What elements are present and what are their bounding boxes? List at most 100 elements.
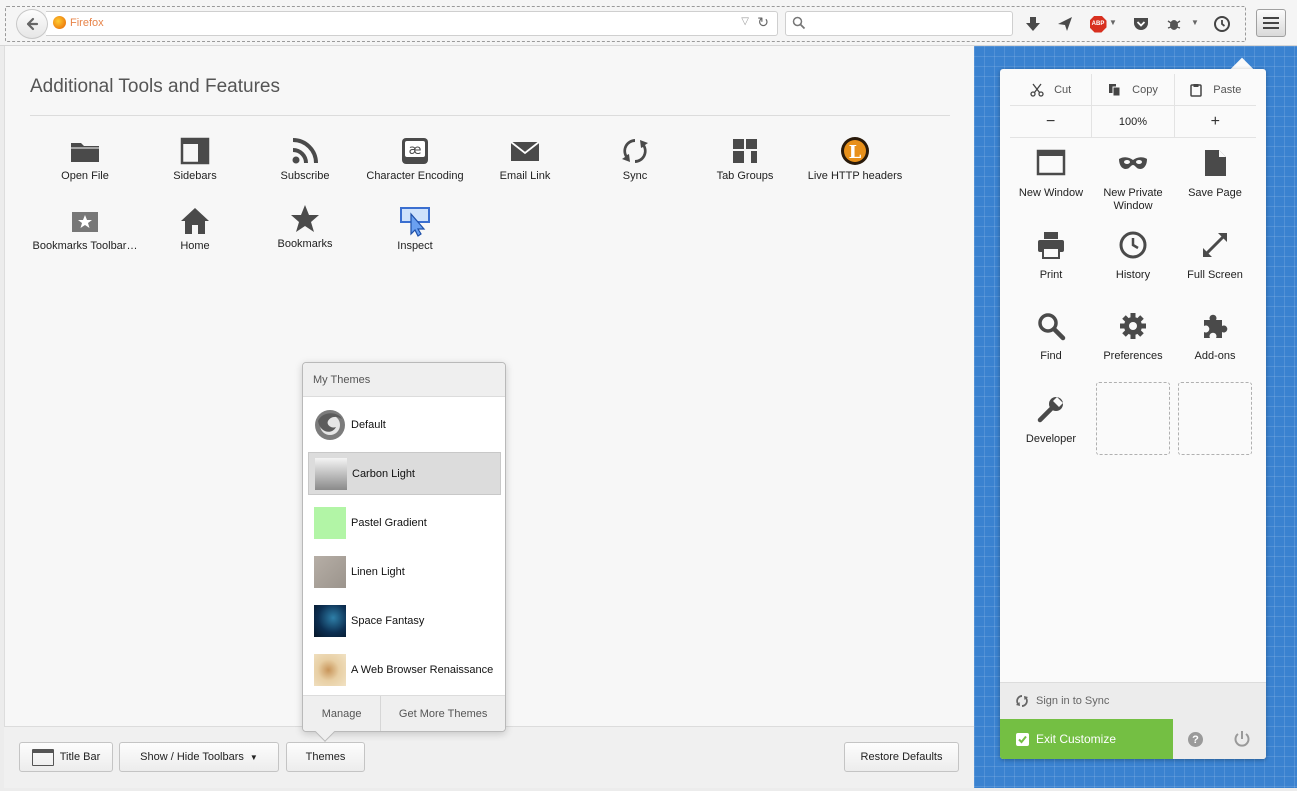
edit-controls: Cut Copy Paste — [1010, 74, 1256, 106]
panel-item-label: Find — [1040, 350, 1062, 362]
copy-icon — [1109, 83, 1121, 96]
panel-item-new-window[interactable]: New Window — [1010, 145, 1092, 200]
panel-footer-tools: ? — [1173, 719, 1266, 759]
history-dropdown-icon[interactable]: ▽ — [741, 16, 749, 27]
magnifier-icon — [1038, 313, 1066, 341]
title-bar-icon — [31, 748, 54, 766]
title-bar-button[interactable]: Title Bar — [19, 742, 113, 772]
theme-item-default[interactable]: Default — [308, 403, 501, 446]
sign-in-to-sync[interactable]: Sign in to Sync — [1000, 682, 1266, 719]
theme-item-linen-light[interactable]: Linen Light — [308, 550, 501, 593]
adblock-button[interactable]: ABP — [1087, 13, 1109, 35]
palette-divider — [30, 115, 950, 116]
pocket-button[interactable] — [1130, 13, 1152, 35]
downloads-button[interactable] — [1022, 13, 1044, 35]
search-input[interactable] — [785, 11, 1013, 36]
themes-button[interactable]: Themes — [286, 742, 365, 772]
get-more-themes-button[interactable]: Get More Themes — [380, 696, 505, 731]
pocket-icon — [1134, 18, 1148, 30]
palette-item-character-encoding[interactable]: æ Character Encoding — [360, 134, 470, 182]
panel-item-label: Developer — [1025, 433, 1077, 445]
theme-item-renaissance[interactable]: A Web Browser Renaissance — [308, 648, 501, 691]
tab-groups-icon — [733, 139, 757, 163]
theme-label: A Web Browser Renaissance — [351, 663, 494, 676]
paste-label: Paste — [1213, 83, 1242, 96]
theme-item-pastel-gradient[interactable]: Pastel Gradient — [308, 501, 501, 544]
url-bar[interactable]: Firefox ▽ ↻ — [46, 11, 778, 36]
palette-item-label: Inspect — [397, 240, 433, 252]
palette-item-label: Live HTTP headers — [807, 170, 903, 182]
sidebar-icon — [180, 137, 210, 165]
theme-item-carbon-light[interactable]: Carbon Light — [308, 452, 501, 495]
theme-item-space-fantasy[interactable]: Space Fantasy — [308, 599, 501, 642]
paste-button[interactable]: Paste — [1173, 74, 1256, 105]
save-page-icon — [1205, 150, 1226, 176]
cut-label: Cut — [1054, 83, 1072, 96]
back-button[interactable] — [16, 9, 48, 39]
zoom-controls: − 100% + — [1010, 106, 1256, 138]
panel-item-developer[interactable]: Developer — [1010, 391, 1092, 446]
wrench-icon — [1037, 397, 1063, 423]
gear-icon — [1120, 313, 1146, 339]
manage-themes-button[interactable]: Manage — [303, 696, 380, 731]
panel-item-label: New Private Window — [1103, 187, 1163, 212]
empty-panel-slot[interactable] — [1096, 382, 1170, 455]
palette-item-email-link[interactable]: Email Link — [470, 134, 580, 182]
menu-button[interactable] — [1256, 9, 1286, 37]
reload-icon[interactable]: ↻ — [757, 14, 769, 31]
scissors-icon — [1030, 83, 1044, 97]
checkmark-icon — [1016, 732, 1029, 746]
panel-item-new-private-window[interactable]: New Private Window — [1092, 145, 1174, 213]
zoom-out-button[interactable]: − — [1010, 106, 1091, 137]
palette-item-home[interactable]: Home — [140, 204, 250, 252]
themes-popup-header: My Themes — [303, 363, 505, 397]
panel-item-label: Preferences — [1103, 350, 1163, 362]
adblock-dropdown-icon[interactable]: ▼ — [1109, 18, 1117, 27]
restore-defaults-button[interactable]: Restore Defaults — [844, 742, 959, 772]
palette-item-bookmarks[interactable]: Bookmarks — [250, 202, 360, 250]
navigation-toolbar: Firefox ▽ ↻ ABP ▼ ▼ — [0, 0, 1297, 46]
panel-item-label: Print — [1039, 269, 1063, 281]
share-button[interactable] — [1054, 13, 1076, 35]
panel-item-history[interactable]: History — [1092, 227, 1174, 282]
palette-item-bookmarks-toolbar[interactable]: Bookmarks Toolbar… — [30, 204, 140, 252]
renaissance-thumbnail — [314, 653, 346, 686]
extension-button[interactable] — [1163, 13, 1185, 35]
history-button[interactable] — [1211, 13, 1233, 35]
show-hide-toolbars-button[interactable]: Show / Hide Toolbars ▼ — [119, 742, 279, 772]
panel-item-save-page[interactable]: Save Page — [1174, 145, 1256, 200]
theme-label: Default — [351, 418, 386, 431]
palette-item-label: Bookmarks — [277, 238, 333, 250]
power-icon[interactable] — [1233, 730, 1251, 748]
palette-item-subscribe[interactable]: Subscribe — [250, 134, 360, 182]
hamburger-icon — [1263, 17, 1279, 19]
palette-item-tab-groups[interactable]: Tab Groups — [690, 134, 800, 182]
identity-box[interactable]: Firefox — [53, 16, 104, 29]
palette-item-live-http-headers[interactable]: L Live HTTP headers — [800, 134, 910, 182]
clipboard-icon — [1190, 83, 1202, 97]
copy-button[interactable]: Copy — [1091, 74, 1173, 105]
palette-item-sidebars[interactable]: Sidebars — [140, 134, 250, 182]
panel-item-print[interactable]: Print — [1010, 227, 1092, 282]
search-icon — [792, 16, 806, 30]
clock-icon — [1119, 231, 1147, 259]
panel-item-find[interactable]: Find — [1010, 308, 1092, 363]
panel-item-full-screen[interactable]: Full Screen — [1174, 227, 1256, 282]
palette-title: Additional Tools and Features — [30, 76, 280, 97]
exit-customize-button[interactable]: Exit Customize — [1000, 719, 1173, 759]
extension-dropdown-icon[interactable]: ▼ — [1191, 18, 1199, 27]
zoom-reset-button[interactable]: 100% — [1091, 106, 1173, 137]
palette-item-sync[interactable]: Sync — [580, 134, 690, 182]
palette-item-open-file[interactable]: Open File — [30, 134, 140, 182]
star-icon — [291, 205, 319, 232]
help-icon[interactable]: ? — [1188, 732, 1203, 747]
cut-button[interactable]: Cut — [1010, 74, 1091, 105]
default-theme-icon — [315, 409, 345, 440]
panel-item-add-ons[interactable]: Add-ons — [1174, 308, 1256, 363]
live-http-headers-icon: L — [841, 137, 869, 165]
palette-item-inspect[interactable]: Inspect — [360, 204, 470, 252]
zoom-in-button[interactable]: + — [1173, 106, 1256, 137]
rss-icon — [292, 138, 318, 164]
panel-item-preferences[interactable]: Preferences — [1092, 308, 1174, 363]
empty-panel-slot[interactable] — [1178, 382, 1252, 455]
